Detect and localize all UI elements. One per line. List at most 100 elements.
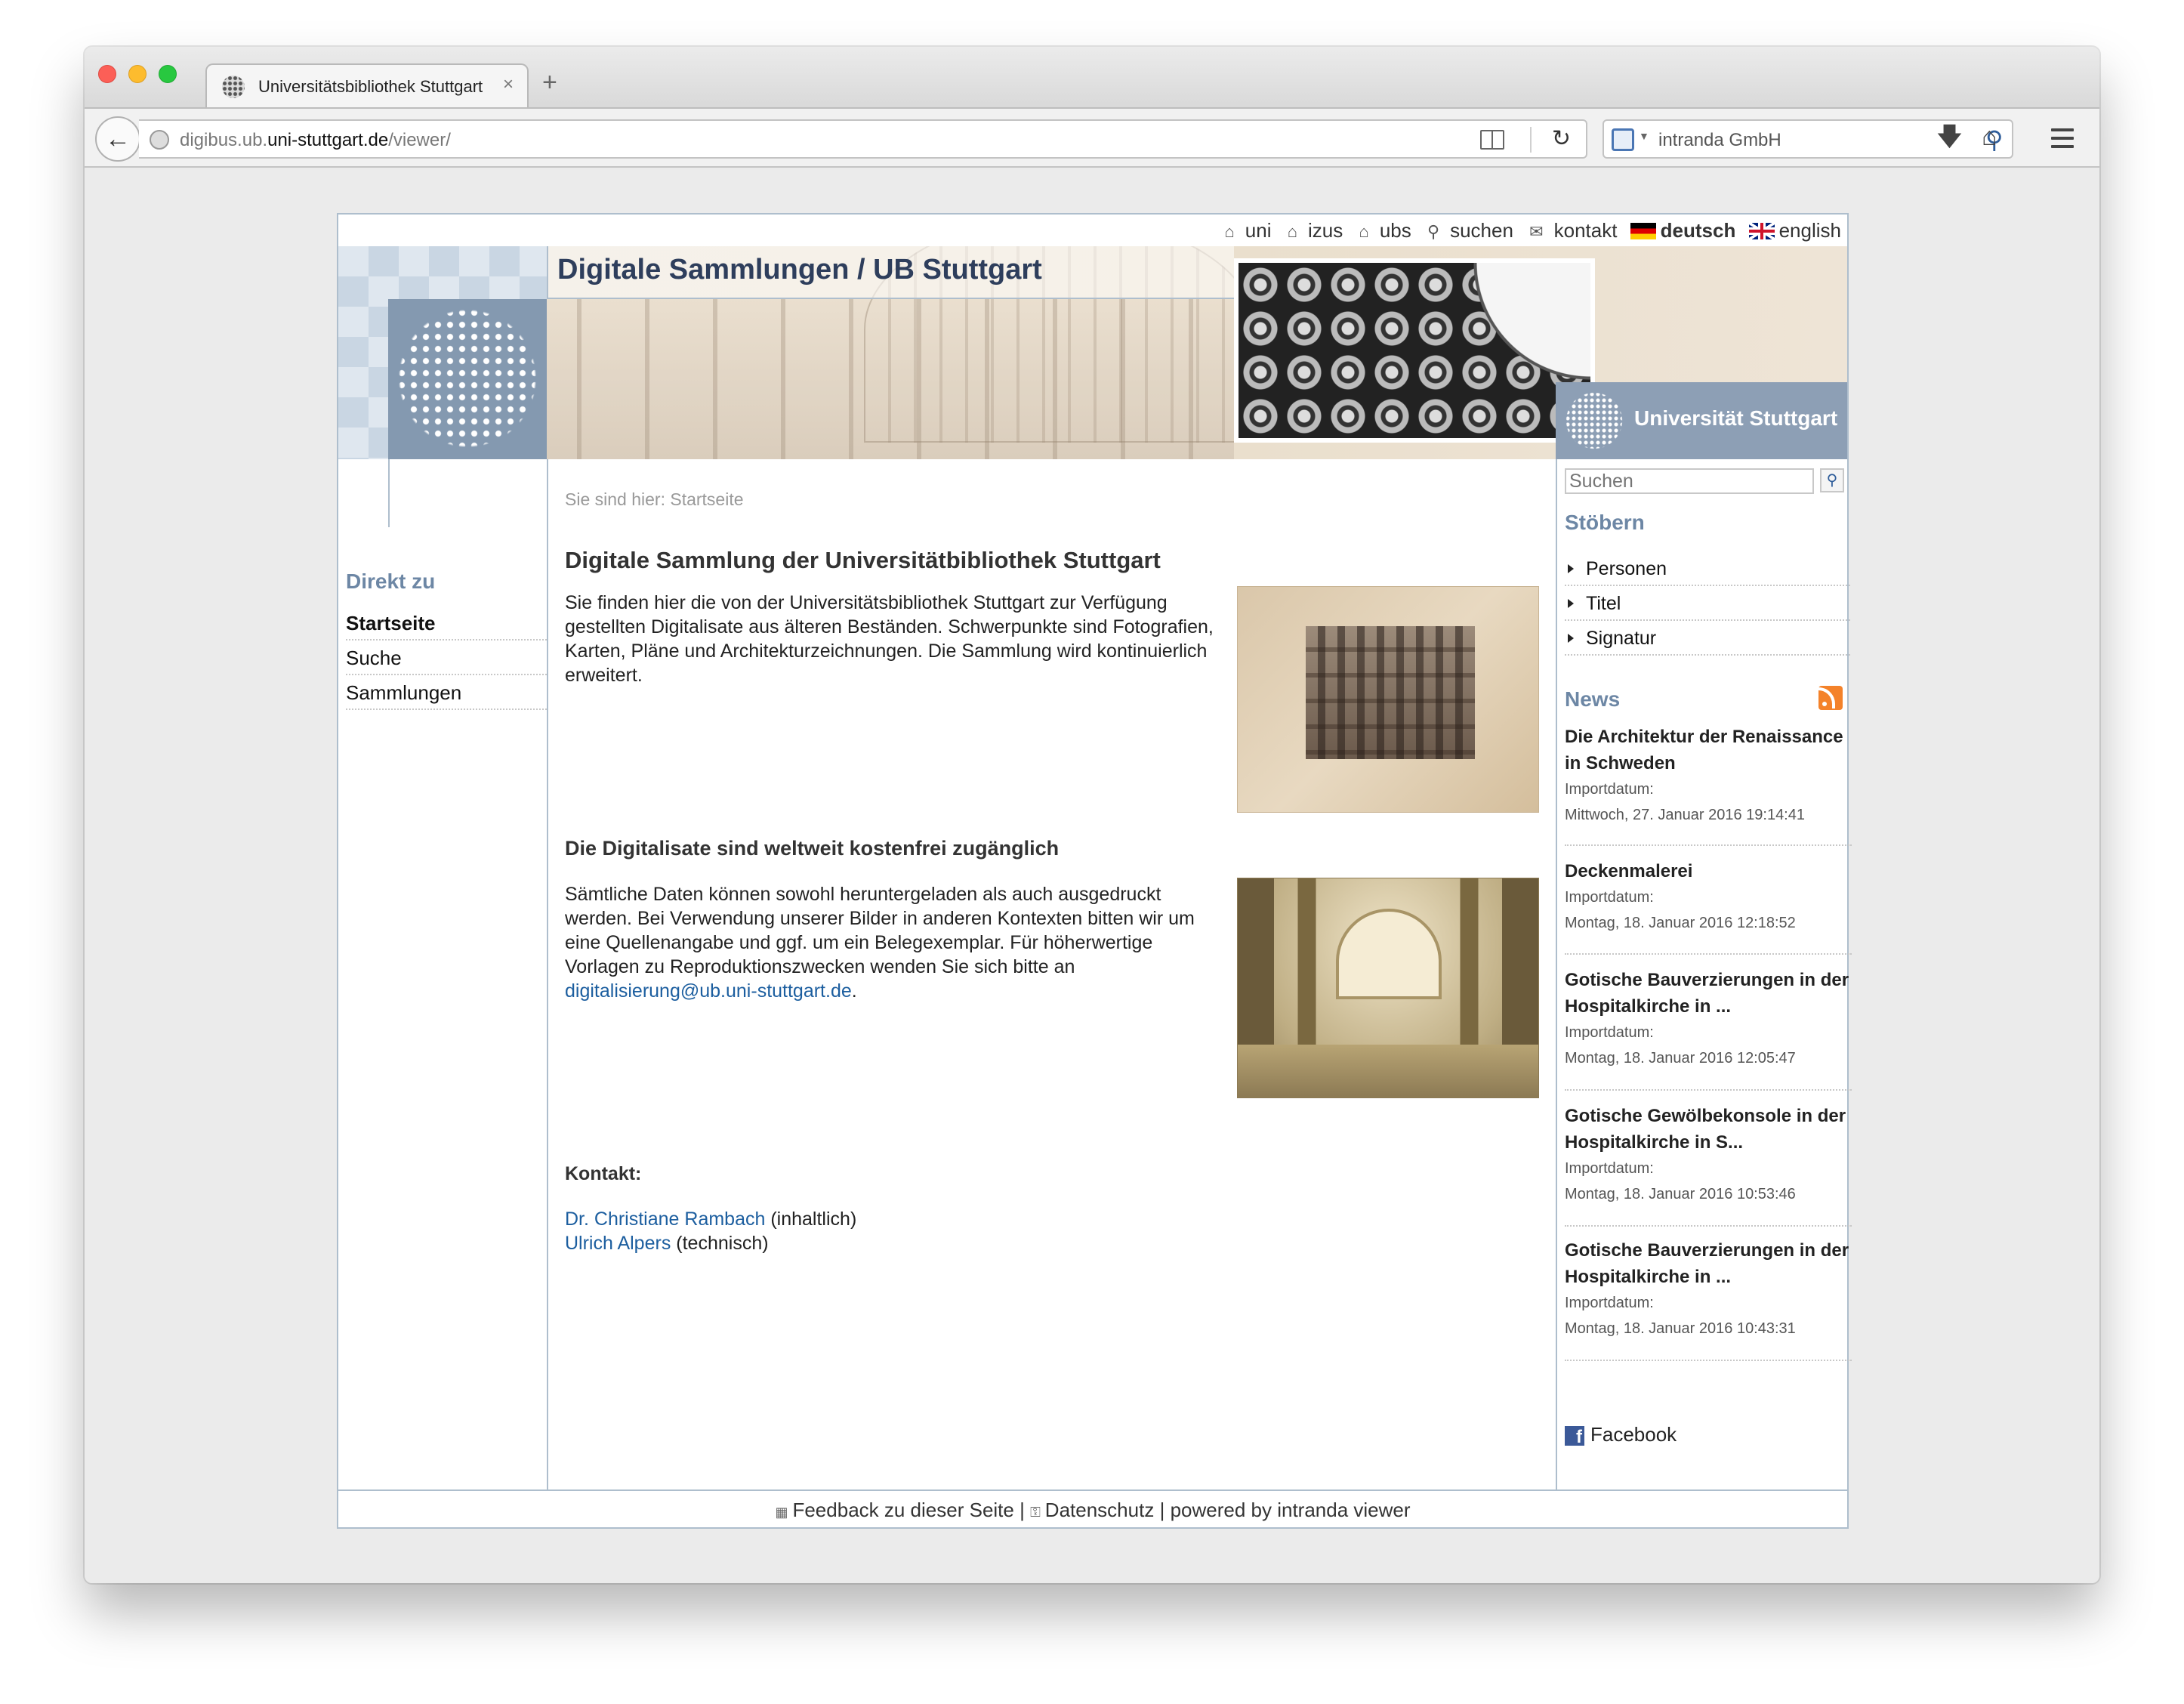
link-suchen[interactable]: suchen	[1450, 219, 1513, 242]
english-flag-icon[interactable]	[1748, 223, 1775, 239]
download-icon[interactable]: 🡇	[1936, 124, 1963, 150]
menu-icon[interactable]	[2051, 128, 2074, 148]
contact-heading: Kontakt:	[565, 1163, 642, 1184]
favicon-icon	[222, 76, 245, 98]
title-bar: Universitätsbibliothek Stuttgart × +	[85, 47, 2099, 107]
breadcrumb: Sie sind hier: Startseite	[565, 489, 744, 509]
reader-view-icon[interactable]	[1480, 130, 1504, 150]
search-engine-icon[interactable]	[1612, 128, 1634, 151]
navigation-toolbar: ← digibus.ub.uni-stuttgart.de/viewer/ ↻ …	[85, 107, 2099, 168]
search-button[interactable]: ⚲	[1820, 468, 1844, 492]
home-icon[interactable]: ⌂	[1982, 124, 1997, 150]
nav-item-sammlungen[interactable]: Sammlungen	[346, 675, 547, 710]
browser-window: Universitätsbibliothek Stuttgart × + ← d…	[85, 47, 2099, 1583]
building-photo[interactable]	[1237, 586, 1539, 813]
link-ubs[interactable]: ubs	[1380, 219, 1411, 242]
contact-link-alpers[interactable]: Ulrich Alpers	[565, 1233, 671, 1254]
browser-tab[interactable]: Universitätsbibliothek Stuttgart ×	[205, 63, 529, 107]
email-link[interactable]: digitalisierung@ub.uni-stuttgart.de	[565, 980, 852, 1002]
news-title: News	[1565, 687, 1621, 711]
right-sidebar: ⚲ Stöbern Personen Titel Signatur News D…	[1556, 459, 1852, 1489]
german-flag-icon[interactable]	[1630, 223, 1656, 239]
news-item: Gotische Gewölbekonsole in der Hospitalk…	[1565, 1103, 1852, 1227]
news-item-title[interactable]: Gotische Bauverzierungen in der Hospital…	[1565, 967, 1852, 1020]
news-item-title[interactable]: Gotische Bauverzierungen in der Hospital…	[1565, 1237, 1852, 1290]
back-button[interactable]: ←	[95, 116, 140, 162]
powered-by-text: powered by	[1170, 1499, 1272, 1521]
contact-row: Dr. Christiane Rambach (inhaltlich)	[565, 1209, 856, 1230]
browse-item-personen[interactable]: Personen	[1565, 551, 1850, 586]
news-item: Deckenmalerei Importdatum: Montag, 18. J…	[1565, 858, 1852, 955]
news-item: Die Architektur der Renaissance in Schwe…	[1565, 724, 1852, 846]
left-nav-title: Direkt zu	[346, 570, 436, 593]
search-engine-text[interactable]: intranda GmbH	[1658, 130, 1781, 151]
browse-item-signatur[interactable]: Signatur	[1565, 621, 1850, 656]
house-icon: ⌂	[1224, 222, 1235, 241]
url-divider	[1530, 127, 1532, 153]
nav-item-startseite[interactable]: Startseite	[346, 606, 547, 641]
university-stuttgart-logo[interactable]: Universität Stuttgart	[1556, 382, 1847, 459]
header-banner: Digitale Sammlungen / UB Stuttgart Unive…	[338, 246, 1847, 459]
minimize-window-button[interactable]	[128, 65, 147, 83]
feedback-icon: ▦	[775, 1505, 788, 1520]
url-text[interactable]: digibus.ub.uni-stuttgart.de/viewer/	[180, 130, 451, 151]
left-nav: Startseite Suche Sammlungen	[346, 606, 547, 710]
browse-list: Personen Titel Signatur	[1565, 551, 1850, 656]
page-footer: ▦ Feedback zu dieser Seite | ⚿ Datenschutz…	[338, 1489, 1847, 1530]
house-icon: ⌂	[1359, 222, 1369, 241]
section-heading: Die Digitalisate sind weltweit kostenfre…	[565, 837, 1060, 860]
facebook-icon: f	[1565, 1426, 1584, 1447]
lang-deutsch[interactable]: deutsch	[1661, 219, 1736, 242]
nav-item-suche[interactable]: Suche	[346, 641, 547, 675]
dot-circle-logo-icon	[1565, 391, 1624, 450]
link-uni[interactable]: uni	[1245, 219, 1272, 242]
dot-circle-logo-icon	[396, 307, 539, 450]
university-logo[interactable]	[388, 299, 547, 459]
facebook-link[interactable]: f Facebook	[1565, 1423, 1677, 1447]
magnifier-icon: ⚲	[1427, 222, 1440, 241]
news-item-title[interactable]: Gotische Gewölbekonsole in der Hospitalk…	[1565, 1103, 1852, 1156]
colonnade-painting[interactable]	[1237, 878, 1539, 1098]
page-heading: Digitale Sammlung der Universitätbibliot…	[565, 547, 1161, 573]
ceiling-photo	[1234, 258, 1595, 443]
site-title[interactable]: Digitale Sammlungen / UB Stuttgart	[557, 254, 1042, 286]
search-icon: ⚲	[1826, 472, 1838, 489]
body-text: Sämtliche Daten können sowohl herunterge…	[565, 884, 1195, 1002]
banner-title-box: Digitale Sammlungen / UB Stuttgart	[547, 246, 1234, 299]
top-links-bar: ⌂ uni ⌂ izus ⌂ ubs ⚲ suchen ✉ kontakt deutsch…	[338, 215, 1847, 246]
page-viewport: ⌂ uni ⌂ izus ⌂ ubs ⚲ suchen ✉ kontakt deutsch…	[85, 168, 2099, 1583]
left-sidebar: Direkt zu Startseite Suche Sammlungen	[338, 459, 548, 1489]
house-icon: ⌂	[1287, 222, 1298, 241]
reload-icon[interactable]: ↻	[1552, 125, 1571, 152]
building-drawing-image	[547, 246, 1257, 459]
tab-close-icon[interactable]: ×	[503, 74, 514, 95]
intro-text: Sie finden hier die von der Universitäts…	[565, 592, 1214, 686]
feedback-link[interactable]: Feedback zu dieser Seite	[792, 1499, 1013, 1521]
search-input[interactable]	[1565, 468, 1814, 494]
privacy-link[interactable]: Datenschutz	[1045, 1499, 1155, 1521]
address-bar[interactable]: digibus.ub.uni-stuttgart.de/viewer/ ↻	[139, 119, 1587, 159]
browse-item-titel[interactable]: Titel	[1565, 586, 1850, 621]
main-content: Sie sind hier: Startseite Digitale Samml…	[548, 459, 1556, 1489]
search-engine-dropdown-icon[interactable]: ▼	[1639, 130, 1649, 142]
contact-role: (technisch)	[676, 1233, 769, 1254]
lang-english[interactable]: english	[1779, 219, 1841, 242]
news-item-title[interactable]: Deckenmalerei	[1565, 858, 1852, 884]
contact-role: (inhaltlich)	[770, 1209, 857, 1230]
news-item-title[interactable]: Die Architektur der Renaissance in Schwe…	[1565, 724, 1852, 776]
rss-icon[interactable]	[1814, 686, 1843, 710]
contact-row: Ulrich Alpers (technisch)	[565, 1233, 769, 1255]
site-identity-icon[interactable]	[150, 130, 169, 150]
contact-link-rambach[interactable]: Dr. Christiane Rambach	[565, 1209, 765, 1230]
link-izus[interactable]: izus	[1308, 219, 1343, 242]
close-window-button[interactable]	[98, 65, 116, 83]
new-tab-button[interactable]: +	[542, 69, 557, 95]
intranda-viewer-link[interactable]: intranda viewer	[1277, 1499, 1410, 1521]
envelope-icon: ✉	[1529, 222, 1544, 241]
zoom-window-button[interactable]	[159, 65, 177, 83]
browse-title: Stöbern	[1565, 511, 1645, 534]
key-icon: ⚿	[1030, 1505, 1041, 1520]
news-item: Gotische Bauverzierungen in der Hospital…	[1565, 1237, 1852, 1361]
web-page: ⌂ uni ⌂ izus ⌂ ubs ⚲ suchen ✉ kontakt deutsch…	[337, 213, 1852, 1530]
link-kontakt[interactable]: kontakt	[1554, 219, 1618, 242]
